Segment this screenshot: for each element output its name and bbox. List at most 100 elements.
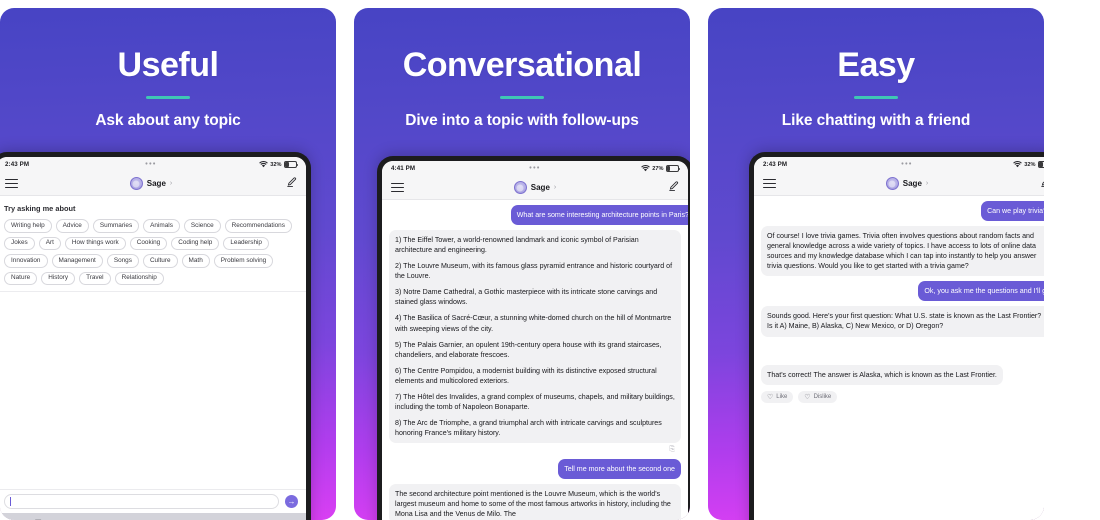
send-arrow-icon[interactable]: → [285, 495, 298, 508]
chat-paragraph: 7) The Hôtel des Invalides, a grand comp… [395, 392, 675, 411]
page-subtitle: Ask about any topic [95, 112, 241, 129]
dislike-button[interactable]: ♡ Dislike [798, 390, 838, 403]
chat-paragraph: Sounds good. Here's your first question:… [767, 312, 1042, 331]
page-subtitle: Dive into a topic with follow-ups [405, 112, 639, 129]
nav-title-group[interactable]: Sage › [0, 177, 306, 190]
suggestion-chip[interactable]: Math [181, 254, 210, 268]
dynamic-island-dots: ••• [901, 161, 913, 168]
sage-avatar [885, 177, 899, 190]
accent-rule [146, 96, 190, 99]
suggestions-title: Try asking me about [4, 204, 76, 213]
suggestion-chip[interactable]: History [41, 271, 76, 286]
suggestion-chip[interactable]: Problem solving [213, 254, 274, 268]
battery-icon [284, 161, 299, 168]
dynamic-island-dots: ••• [529, 165, 541, 172]
keyboard-area: → ↺ ↻ ❐ What I [0, 489, 306, 520]
suggestion-chip[interactable]: Animals [143, 219, 180, 233]
device-frame: 4:41 PM ••• 27% Sage › What are some int… [377, 156, 690, 520]
like-button[interactable]: ♡ Like [761, 390, 794, 403]
hamburger-icon[interactable] [763, 178, 776, 189]
nav-bar: Sage › [754, 172, 1044, 196]
like-button-label: Like [776, 393, 788, 400]
suggestion-chip[interactable]: Innovation [4, 254, 48, 268]
suggestion-chip[interactable]: Summaries [92, 219, 140, 233]
promo-card-useful: Useful Ask about any topic 2:43 PM ••• 3… [0, 8, 336, 520]
promo-card-conversational: Conversational Dive into a topic with fo… [354, 8, 690, 520]
device-screen: 4:41 PM ••• 27% Sage › What are some int… [382, 161, 688, 520]
hamburger-icon[interactable] [5, 178, 18, 189]
nav-bar: Sage › [0, 172, 306, 196]
copy-icon[interactable]: ⎘ [669, 446, 675, 454]
compose-icon[interactable] [286, 176, 297, 191]
status-bar: 2:43 PM ••• 32% [754, 157, 1044, 172]
chat-paragraph: 4) The Basilica of Sacré-Cœur, a stunnin… [395, 314, 672, 333]
nav-title: Sage [146, 179, 166, 188]
thumbs-down-icon: ♡ [804, 393, 811, 401]
chat-paragraph: 3) Notre Dame Cathedral, a Gothic master… [395, 288, 658, 307]
keyboard-prediction-bar: ↺ ↻ ❐ What I Drug [0, 516, 304, 520]
status-bar: 4:41 PM ••• 27% [382, 161, 688, 176]
chevron-right-icon: › [169, 180, 173, 187]
suggestion-chip[interactable]: Travel [79, 271, 111, 286]
suggestion-chip[interactable]: Writing help [4, 219, 52, 233]
suggestion-chip[interactable]: Leadership [223, 236, 269, 251]
feedback-row: ♡ Like ♡ Dislike [761, 390, 838, 403]
chat-thread: What are some interesting architecture p… [382, 200, 688, 520]
device-frame: 2:43 PM ••• 32% Sage › [0, 152, 311, 520]
suggestion-chip[interactable]: Advice [55, 219, 89, 233]
device-screen: 2:43 PM ••• 32% Sage › [0, 157, 306, 520]
chat-paragraph: Of course! I love trivia games. Trivia o… [767, 232, 1037, 271]
suggestion-chip[interactable]: Songs [106, 254, 139, 268]
status-bar: 2:43 PM ••• 32% [0, 157, 306, 172]
sage-avatar [129, 177, 143, 190]
chat-bubble-assistant: That's correct! The answer is Alaska, wh… [761, 364, 1003, 385]
suggestion-chip[interactable]: Coding help [171, 236, 220, 251]
thumbs-up-icon: ♡ [767, 393, 774, 401]
chat-paragraph: 5) The Palais Garnier, an opulent 19th-c… [395, 340, 662, 359]
chat-bubble-assistant: Sounds good. Here's your first question:… [761, 306, 1044, 337]
suggestion-chip[interactable]: Recommendations [224, 219, 292, 233]
dislike-button-label: Dislike [813, 393, 832, 400]
chat-paragraph: The second architecture point mentioned … [395, 490, 671, 519]
sage-avatar [513, 181, 527, 194]
nav-bar: Sage › [382, 176, 688, 200]
suggestion-chip[interactable]: Relationship [114, 271, 164, 286]
screen-body: Can we play trivia? Of course! I love tri… [754, 196, 1044, 520]
suggestion-chip[interactable]: Jokes [4, 236, 35, 251]
chat-bubble-user: What are some interesting architecture p… [510, 205, 688, 226]
compose-icon[interactable] [1040, 177, 1044, 191]
device-screen: 2:43 PM ••• 32% Sage › [754, 157, 1044, 520]
chat-paragraph: 1) The Eiffel Tower, a world-renowned la… [395, 236, 639, 255]
composer: → [0, 489, 306, 513]
chat-bubble-user: Tell me more about the second one [558, 459, 681, 480]
accent-rule [854, 96, 898, 99]
app-store-screenshot-set: Useful Ask about any topic 2:43 PM ••• 3… [0, 0, 1100, 520]
chat-paragraph: 8) The Arc de Triomphe, a grand triumpha… [395, 418, 662, 437]
suggestion-chip[interactable]: How things work [64, 236, 126, 251]
nav-title: Sage [530, 183, 550, 192]
page-title: Conversational [402, 46, 642, 84]
nav-title-group[interactable]: Sage › [382, 181, 688, 194]
suggestion-chip[interactable]: Art [38, 236, 61, 251]
suggestion-chip[interactable]: Cooking [129, 236, 168, 251]
suggestion-chip[interactable]: Science [183, 219, 221, 233]
accent-rule [500, 96, 544, 99]
message-input[interactable] [4, 494, 279, 509]
chat-paragraph: 2) The Louvre Museum, with its famous gl… [395, 262, 673, 281]
suggestion-chip[interactable]: Nature [4, 271, 38, 286]
chat-paragraph: That's correct! The answer is Alaska, wh… [767, 370, 997, 379]
suggestion-chip[interactable]: Management [51, 254, 103, 268]
nav-title-group[interactable]: Sage › [754, 177, 1044, 190]
promo-card-easy: Easy Like chatting with a friend 2:43 PM… [708, 8, 1044, 520]
battery-icon [1038, 161, 1044, 168]
compose-icon[interactable] [668, 180, 679, 195]
chat-bubble-user: Can we play trivia? [981, 201, 1044, 222]
nav-title: Sage [902, 179, 922, 188]
hamburger-icon[interactable] [391, 182, 404, 193]
screen-body: Try asking me about Writing help Advice Su… [0, 196, 306, 520]
suggestion-chip[interactable]: Culture [142, 254, 178, 268]
text-caret [10, 497, 11, 506]
dynamic-island-dots: ••• [145, 161, 157, 168]
page-title: Useful [117, 46, 219, 84]
chevron-right-icon: › [553, 184, 557, 191]
